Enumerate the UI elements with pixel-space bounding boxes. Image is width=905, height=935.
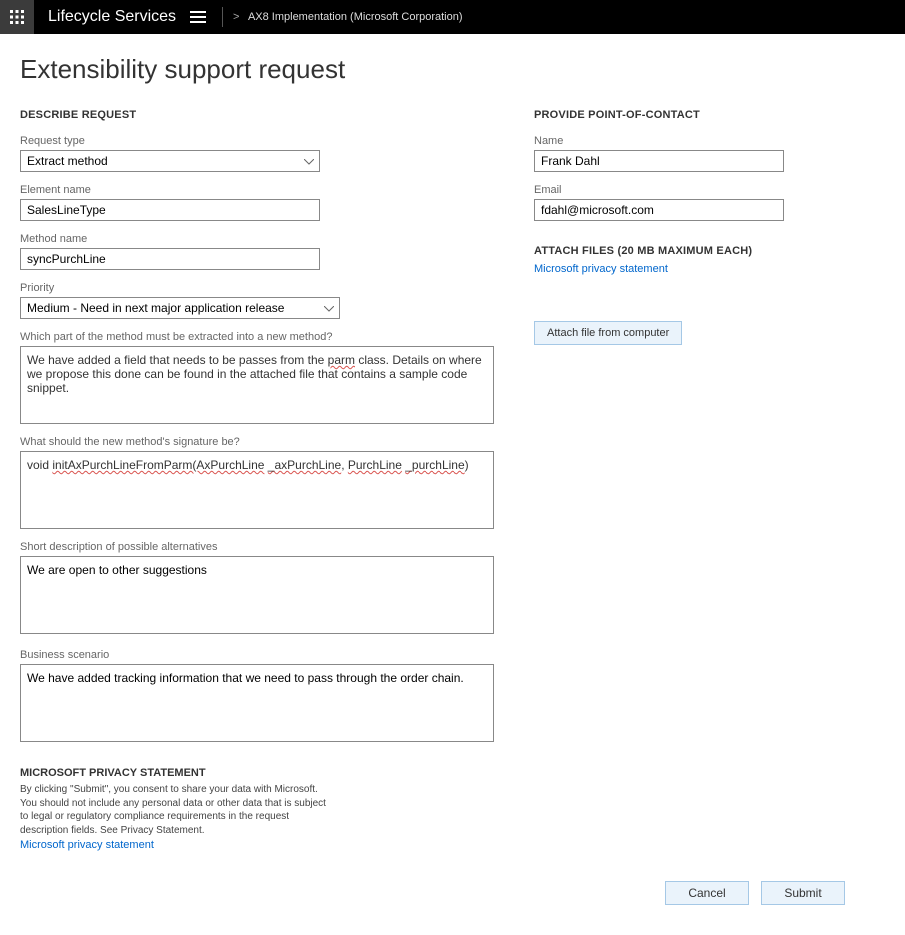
hamburger-icon[interactable] [190,11,206,23]
privacy-link[interactable]: Microsoft privacy statement [20,839,154,851]
extract-desc-label: Which part of the method must be extract… [20,331,494,343]
contact-email-label: Email [534,184,784,196]
topbar: Lifecycle Services > AX8 Implementation … [0,0,905,34]
element-name-label: Element name [20,184,494,196]
request-type-select[interactable]: Extract method [20,150,320,172]
contact-name-input[interactable] [534,150,784,172]
breadcrumb-caret: > [233,11,245,23]
scenario-textarea[interactable] [20,664,494,742]
request-type-label: Request type [20,135,494,147]
signature-label: What should the new method's signature b… [20,436,494,448]
priority-select[interactable]: Medium - Need in next major application … [20,297,340,319]
contact-header: PROVIDE POINT-OF-CONTACT [534,109,784,121]
brand-name[interactable]: Lifecycle Services [48,8,176,26]
topbar-divider [222,7,223,27]
privacy-text: By clicking "Submit", you consent to sha… [20,783,330,837]
element-name-input[interactable] [20,199,320,221]
alternatives-textarea[interactable] [20,556,494,634]
page-title: Extensibility support request [20,54,885,85]
breadcrumb: > AX8 Implementation (Microsoft Corporat… [229,11,462,23]
extract-desc-textarea[interactable]: We have added a field that needs to be p… [20,346,494,424]
submit-button[interactable]: Submit [761,881,845,905]
attach-files-header: ATTACH FILES (20 MB MAXIMUM EACH) [534,245,784,257]
method-name-label: Method name [20,233,494,245]
signature-textarea[interactable]: void initAxPurchLineFromParm(AxPurchLine… [20,451,494,529]
contact-name-label: Name [534,135,784,147]
cancel-button[interactable]: Cancel [665,881,749,905]
app-launcher-icon[interactable] [0,0,34,34]
scenario-label: Business scenario [20,649,494,661]
contact-email-input[interactable] [534,199,784,221]
attach-privacy-link[interactable]: Microsoft privacy statement [534,263,668,275]
describe-request-header: DESCRIBE REQUEST [20,109,494,121]
privacy-header: MICROSOFT PRIVACY STATEMENT [20,767,330,779]
priority-label: Priority [20,282,494,294]
alternatives-label: Short description of possible alternativ… [20,541,494,553]
breadcrumb-text[interactable]: AX8 Implementation (Microsoft Corporatio… [248,11,463,23]
method-name-input[interactable] [20,248,320,270]
attach-file-button[interactable]: Attach file from computer [534,321,682,345]
